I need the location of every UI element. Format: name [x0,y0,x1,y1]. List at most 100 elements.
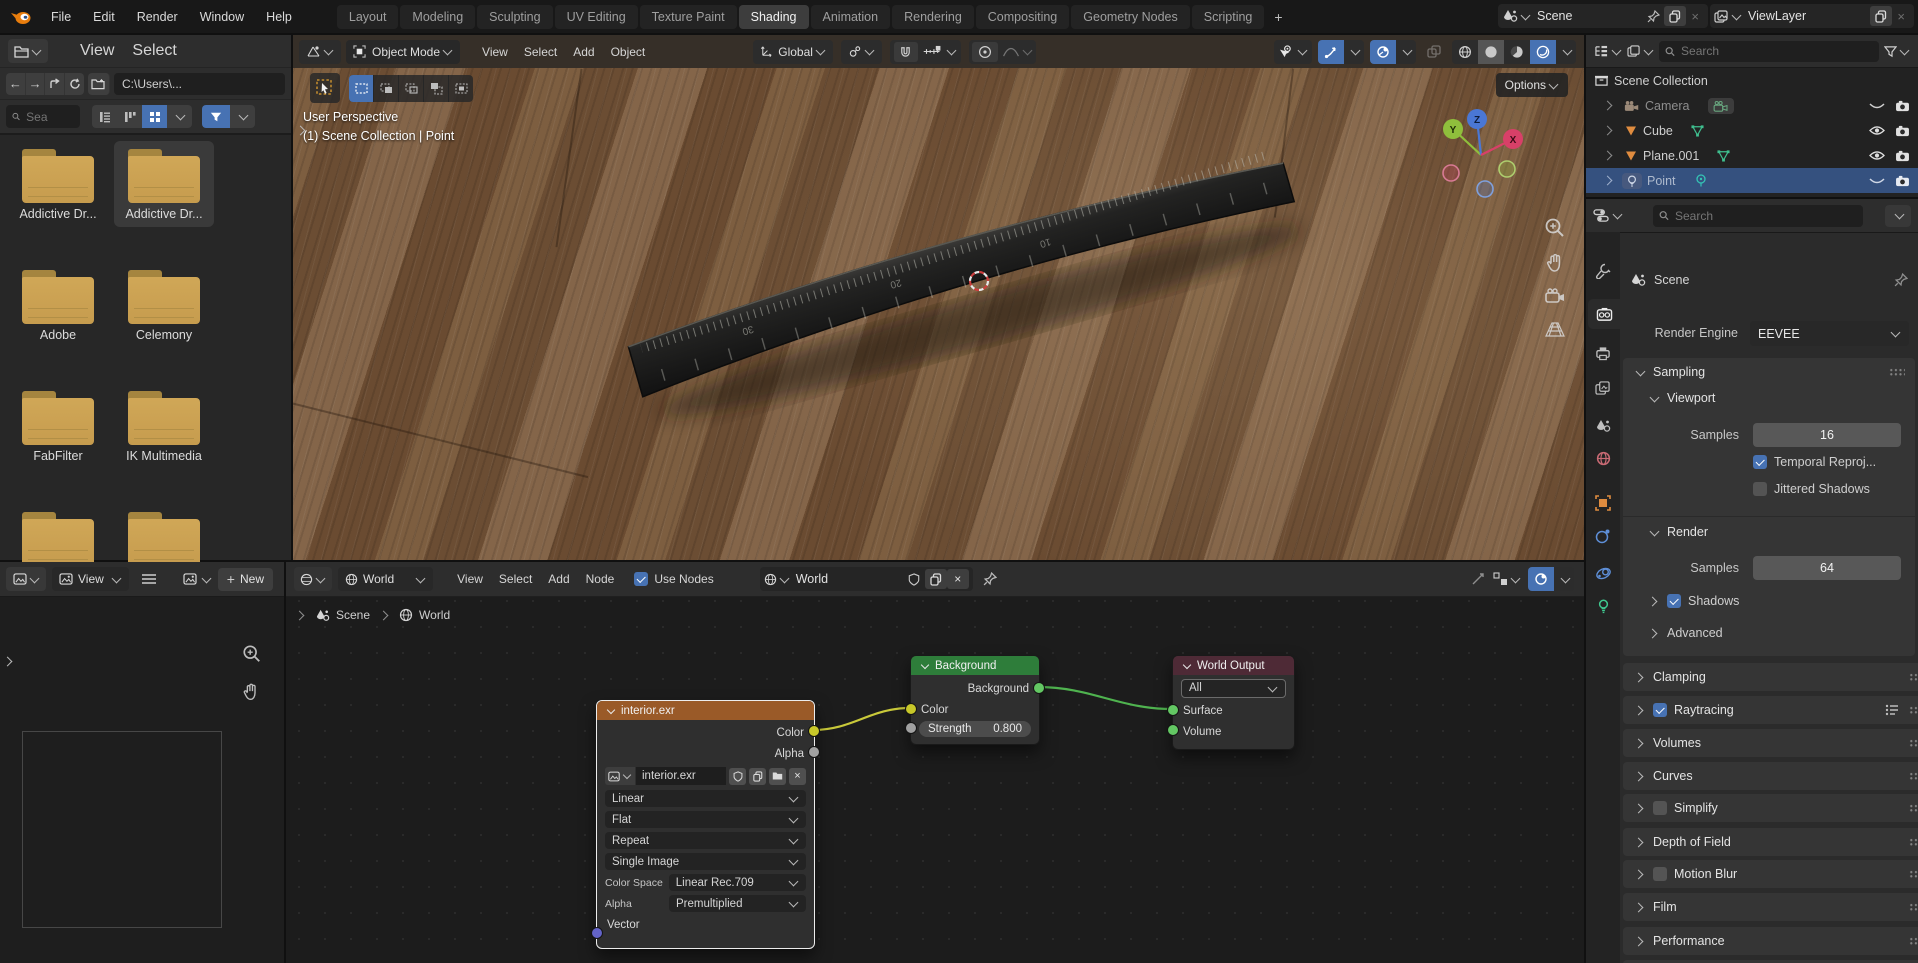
options-button[interactable]: Options [1496,73,1568,97]
viewport-select-menu[interactable]: Select [516,45,565,59]
new-folder-button[interactable] [88,73,110,95]
select-tool-button[interactable] [310,73,340,103]
panel-grip-handle[interactable] [1909,937,1918,945]
viewport-object-menu[interactable]: Object [603,45,654,59]
breadcrumb-scene[interactable]: Scene [315,608,370,622]
node-output-header[interactable]: World Output [1173,656,1294,675]
shader-select-menu[interactable]: Select [491,572,540,586]
open-image-folder-icon[interactable] [769,768,786,785]
select-mode-intersect[interactable] [449,75,473,102]
falloff-curve-icon[interactable] [1002,45,1020,58]
shadows-subpanel-toggle[interactable]: Shadows [1647,594,1739,608]
tab-modeling[interactable]: Modeling [400,5,475,29]
copy-scene-button[interactable] [1664,6,1686,26]
tab-rendering[interactable]: Rendering [892,5,974,29]
tab-geometry-nodes[interactable]: Geometry Nodes [1071,5,1189,29]
presets-list-icon[interactable] [1885,704,1899,716]
shading-settings-dropdown[interactable] [1556,40,1576,64]
select-mode-extend[interactable] [374,75,399,102]
navigation-gizmo[interactable]: Y Z X [1433,107,1529,203]
tab-layout[interactable]: Layout [337,5,399,29]
folder-item[interactable]: IK Multimedia [114,383,214,469]
remove-viewlayer-button[interactable]: × [1892,9,1910,24]
panel-raytracing[interactable]: Raytracing [1623,696,1918,724]
breadcrumb-world[interactable]: World [399,608,450,622]
image-browse-dropdown[interactable] [605,767,635,785]
outliner-row-plane[interactable]: Plane.001 [1586,143,1918,168]
hide-eye-closed-icon[interactable] [1869,176,1885,186]
visible-eye-open-icon[interactable] [1869,125,1885,136]
shader-add-menu[interactable]: Add [540,572,577,586]
unlink-world-button[interactable]: × [947,569,969,589]
panel-performance[interactable]: Performance [1623,927,1918,955]
folder-item[interactable]: FabFilter [8,383,108,469]
file-search[interactable] [6,105,80,128]
forward-button[interactable]: → [26,73,46,95]
socket-alpha-output[interactable] [808,746,820,758]
shading-material-button[interactable] [1504,40,1530,64]
editor-type-image-editor-icon[interactable] [6,567,46,591]
shading-wireframe-button[interactable] [1452,40,1478,64]
unlink-scene-button[interactable]: × [1686,9,1704,24]
active-camera-badge[interactable] [1708,98,1734,114]
socket-strength-input[interactable] [905,722,917,734]
expand-chevron[interactable] [1603,101,1613,111]
breadcrumb-expand-chevron[interactable] [295,610,305,620]
viewport-view-menu[interactable]: View [474,45,516,59]
shading-rendered-button[interactable] [1530,40,1556,64]
extension-dropdown[interactable]: Repeat [597,830,814,851]
fake-user-shield-icon[interactable] [729,768,746,785]
shader-node-menu[interactable]: Node [578,572,623,586]
use-nodes-checkbox[interactable]: Use Nodes [634,572,713,586]
toolbar-expand-chevron[interactable] [295,121,308,139]
socket-volume-input[interactable] [1167,724,1179,736]
panel-grip-handle[interactable] [1909,903,1918,911]
tab-texture-paint[interactable]: Texture Paint [640,5,737,29]
tab-physics[interactable] [1586,558,1620,588]
disable-render-camera-icon[interactable] [1895,125,1910,137]
toggle-grid-control[interactable] [1544,320,1566,340]
pivot-point-dropdown[interactable] [841,40,882,64]
menu-hamburger-icon[interactable] [135,573,163,585]
visible-eye-open-icon[interactable] [1869,150,1885,161]
alpha-mode-dropdown[interactable]: Premultiplied [669,895,806,912]
properties-search-input[interactable] [1673,208,1857,224]
mode-dropdown[interactable]: Object Mode [346,40,460,64]
fake-user-shield-icon[interactable] [903,569,925,589]
panel-grip-handle[interactable] [1889,368,1905,376]
socket-color-output[interactable] [808,725,820,737]
view-thumbnails-button[interactable] [142,105,167,128]
sampling-panel-header[interactable]: Sampling [1623,358,1915,386]
strength-field[interactable]: Strength0.800 [911,720,1039,738]
properties-editor-type-dropdown[interactable] [1593,208,1623,223]
motion-blur-checkbox[interactable] [1653,867,1667,881]
source-dropdown[interactable]: Single Image [597,851,814,872]
shading-solid-button[interactable] [1478,40,1504,64]
interpolation-dropdown[interactable]: Linear [597,788,814,809]
new-image-button[interactable]: +New [218,568,273,591]
raytracing-checkbox[interactable] [1653,703,1667,717]
snap-settings-icon[interactable] [922,45,944,58]
file-browser-select-menu[interactable]: Select [124,42,184,60]
outliner-row-scene-collection[interactable]: Scene Collection [1586,68,1918,93]
node-background-header[interactable]: Background [911,656,1039,675]
tab-constraints[interactable] [1586,521,1620,551]
panel-grip-handle[interactable] [1909,838,1918,846]
disable-render-camera-icon[interactable] [1895,150,1910,162]
expand-chevron[interactable] [1603,151,1613,161]
panel-clamping[interactable]: Clamping [1623,663,1918,691]
camera-view-control[interactable] [1544,287,1566,307]
pin-icon[interactable] [983,572,997,586]
folder-item-partial[interactable] [114,504,214,564]
tab-sculpting[interactable]: Sculpting [477,5,552,29]
back-button[interactable]: ← [6,73,26,95]
snap-node-icon[interactable] [1471,572,1486,586]
up-button[interactable] [45,73,65,95]
viewlayer-name[interactable]: ViewLayer [1742,9,1816,23]
add-workspace-button[interactable]: + [1266,4,1290,30]
tab-world[interactable] [1586,443,1620,473]
tab-uv-editing[interactable]: UV Editing [555,5,638,29]
outliner-filter-dropdown[interactable] [1884,45,1910,58]
transform-orientation-dropdown[interactable]: Global [753,40,833,64]
panel-grip-handle[interactable] [1909,673,1918,681]
